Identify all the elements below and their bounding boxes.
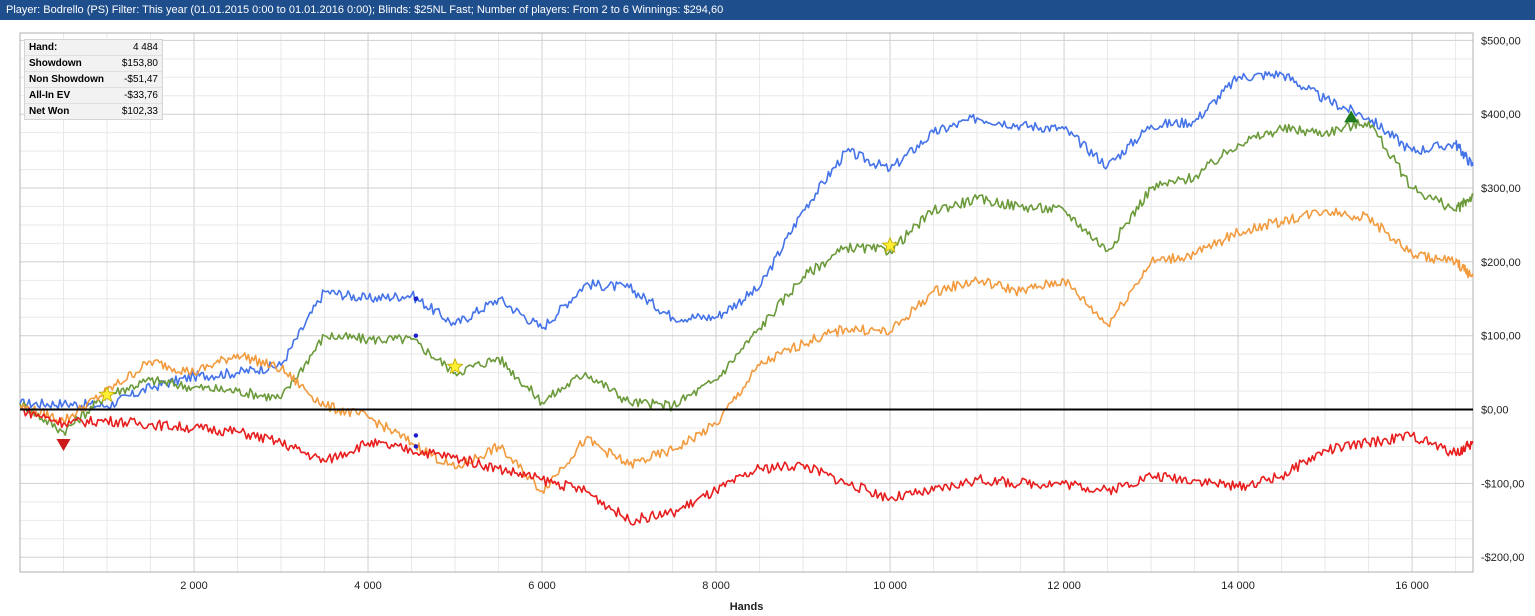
x-tick-label: 6 000: [528, 580, 556, 592]
stats-row-non-showdown: Non Showdown -$51,47: [25, 72, 162, 88]
stats-value: $102,33: [121, 106, 158, 117]
x-tick-label: 4 000: [354, 580, 382, 592]
y-tick-label: $300,00: [1481, 183, 1521, 195]
stats-value: 4 484: [132, 42, 158, 53]
stats-label: All-In EV: [29, 90, 71, 101]
marker-dot: [413, 296, 419, 302]
x-axis-label: Hands: [730, 601, 764, 613]
stats-value: -$51,47: [124, 74, 158, 85]
stats-label: Showdown: [29, 58, 82, 69]
stats-row-net-won: Net Won $102,33: [25, 104, 162, 119]
stats-value: -$33,76: [124, 90, 158, 101]
x-tick-label: 10 000: [873, 580, 907, 592]
marker-dot: [413, 333, 419, 338]
marker-dot: [413, 433, 419, 438]
y-tick-label: $200,00: [1481, 257, 1521, 269]
stats-row-allin-ev: All-In EV -$33,76: [25, 88, 162, 104]
stats-label: Net Won: [29, 106, 70, 117]
y-tick-label: $500,00: [1481, 35, 1521, 47]
y-tick-label: $400,00: [1481, 109, 1521, 121]
stats-label: Non Showdown: [29, 74, 104, 85]
y-tick-label: -$200,00: [1481, 552, 1524, 564]
x-tick-label: 14 000: [1221, 580, 1255, 592]
stats-panel: Hand: 4 484 Showdown $153,80 Non Showdow…: [24, 39, 163, 120]
stats-row-showdown: Showdown $153,80: [25, 56, 162, 72]
title-bar: Player: Bodrello (PS) Filter: This year …: [0, 0, 1535, 20]
x-tick-label: 8 000: [702, 580, 730, 592]
stats-value: $153,80: [121, 58, 158, 69]
marker-triangle-down: [56, 439, 71, 452]
y-tick-label: $100,00: [1481, 331, 1521, 343]
winnings-chart: -$200,00 -$100,00 $0,00 $100,00 $200,00 $300,…: [19, 32, 1524, 613]
stats-label: Hand:: [29, 42, 58, 53]
x-tick-label: 12 000: [1047, 580, 1081, 592]
stats-row-hands: Hand: 4 484: [25, 40, 162, 56]
filter-summary-text: Player: Bodrello (PS) Filter: This year …: [6, 4, 724, 16]
y-tick-label: -$100,00: [1481, 478, 1524, 490]
y-tick-label: $0,00: [1481, 405, 1509, 417]
x-tick-label: 2 000: [180, 580, 208, 592]
marker-dot: [413, 444, 419, 449]
x-tick-label: 16 000: [1395, 580, 1429, 592]
